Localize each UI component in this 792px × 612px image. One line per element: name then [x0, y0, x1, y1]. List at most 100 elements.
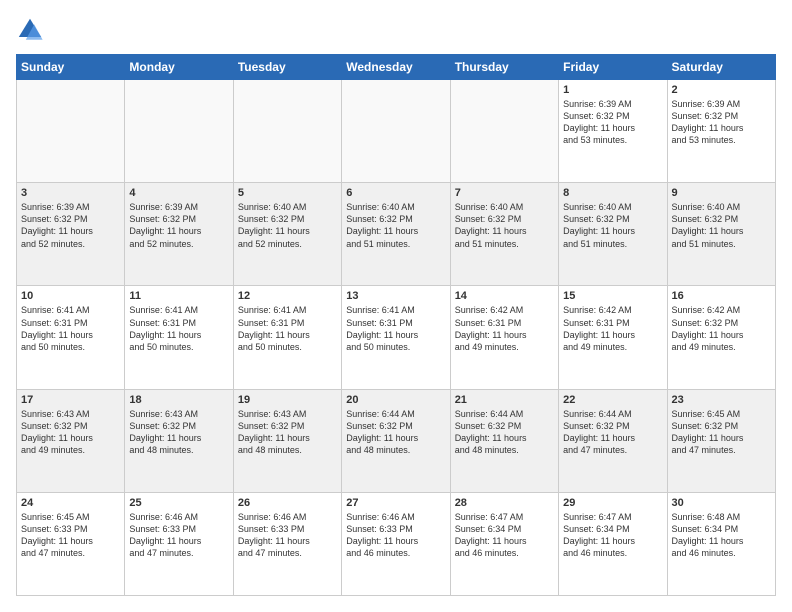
day-number: 28 [455, 497, 554, 509]
day-info: Sunrise: 6:46 AM Sunset: 6:33 PM Dayligh… [346, 511, 445, 560]
day-number: 9 [672, 187, 771, 199]
day-info: Sunrise: 6:42 AM Sunset: 6:31 PM Dayligh… [563, 304, 662, 353]
day-number: 15 [563, 290, 662, 302]
calendar-day: 18 Sunrise: 6:43 AM Sunset: 6:32 PM Dayli… [125, 389, 233, 492]
day-number: 5 [238, 187, 337, 199]
day-number: 17 [21, 394, 120, 406]
calendar-day: 13 Sunrise: 6:41 AM Sunset: 6:31 PM Dayli… [342, 286, 450, 389]
page: SundayMondayTuesdayWednesdayThursdayFrid… [0, 0, 792, 612]
day-number: 13 [346, 290, 445, 302]
day-number: 29 [563, 497, 662, 509]
day-number: 12 [238, 290, 337, 302]
day-number: 27 [346, 497, 445, 509]
header [16, 16, 776, 44]
calendar-day: 28 Sunrise: 6:47 AM Sunset: 6:34 PM Dayli… [450, 492, 558, 595]
day-number: 8 [563, 187, 662, 199]
calendar-table: SundayMondayTuesdayWednesdayThursdayFrid… [16, 54, 776, 596]
day-number: 14 [455, 290, 554, 302]
day-number: 2 [672, 84, 771, 96]
day-info: Sunrise: 6:44 AM Sunset: 6:32 PM Dayligh… [563, 408, 662, 457]
day-number: 18 [129, 394, 228, 406]
calendar-day [233, 80, 341, 183]
calendar-week-row: 1 Sunrise: 6:39 AM Sunset: 6:32 PM Daylig… [17, 80, 776, 183]
day-info: Sunrise: 6:43 AM Sunset: 6:32 PM Dayligh… [238, 408, 337, 457]
calendar-day: 14 Sunrise: 6:42 AM Sunset: 6:31 PM Dayli… [450, 286, 558, 389]
day-info: Sunrise: 6:42 AM Sunset: 6:32 PM Dayligh… [672, 304, 771, 353]
day-number: 19 [238, 394, 337, 406]
day-info: Sunrise: 6:44 AM Sunset: 6:32 PM Dayligh… [455, 408, 554, 457]
day-number: 21 [455, 394, 554, 406]
day-info: Sunrise: 6:40 AM Sunset: 6:32 PM Dayligh… [346, 201, 445, 250]
day-number: 30 [672, 497, 771, 509]
day-info: Sunrise: 6:40 AM Sunset: 6:32 PM Dayligh… [672, 201, 771, 250]
day-info: Sunrise: 6:39 AM Sunset: 6:32 PM Dayligh… [21, 201, 120, 250]
day-info: Sunrise: 6:44 AM Sunset: 6:32 PM Dayligh… [346, 408, 445, 457]
calendar-header-friday: Friday [559, 55, 667, 80]
calendar-header-wednesday: Wednesday [342, 55, 450, 80]
calendar-day [342, 80, 450, 183]
calendar-day: 1 Sunrise: 6:39 AM Sunset: 6:32 PM Daylig… [559, 80, 667, 183]
day-info: Sunrise: 6:42 AM Sunset: 6:31 PM Dayligh… [455, 304, 554, 353]
day-info: Sunrise: 6:41 AM Sunset: 6:31 PM Dayligh… [21, 304, 120, 353]
day-info: Sunrise: 6:45 AM Sunset: 6:33 PM Dayligh… [21, 511, 120, 560]
calendar-day: 17 Sunrise: 6:43 AM Sunset: 6:32 PM Dayli… [17, 389, 125, 492]
day-number: 10 [21, 290, 120, 302]
calendar-header-thursday: Thursday [450, 55, 558, 80]
day-number: 4 [129, 187, 228, 199]
calendar-day [17, 80, 125, 183]
day-info: Sunrise: 6:39 AM Sunset: 6:32 PM Dayligh… [672, 98, 771, 147]
calendar-day: 22 Sunrise: 6:44 AM Sunset: 6:32 PM Dayli… [559, 389, 667, 492]
day-number: 25 [129, 497, 228, 509]
day-number: 24 [21, 497, 120, 509]
calendar-day: 27 Sunrise: 6:46 AM Sunset: 6:33 PM Dayli… [342, 492, 450, 595]
calendar-day: 10 Sunrise: 6:41 AM Sunset: 6:31 PM Dayli… [17, 286, 125, 389]
day-number: 26 [238, 497, 337, 509]
calendar-day [450, 80, 558, 183]
day-info: Sunrise: 6:40 AM Sunset: 6:32 PM Dayligh… [563, 201, 662, 250]
calendar-day [125, 80, 233, 183]
day-number: 6 [346, 187, 445, 199]
day-info: Sunrise: 6:43 AM Sunset: 6:32 PM Dayligh… [129, 408, 228, 457]
calendar-header-tuesday: Tuesday [233, 55, 341, 80]
logo [16, 16, 48, 44]
day-info: Sunrise: 6:41 AM Sunset: 6:31 PM Dayligh… [129, 304, 228, 353]
logo-icon [16, 16, 44, 44]
day-number: 3 [21, 187, 120, 199]
calendar-day: 9 Sunrise: 6:40 AM Sunset: 6:32 PM Daylig… [667, 183, 775, 286]
day-info: Sunrise: 6:45 AM Sunset: 6:32 PM Dayligh… [672, 408, 771, 457]
calendar-header-sunday: Sunday [17, 55, 125, 80]
calendar-day: 8 Sunrise: 6:40 AM Sunset: 6:32 PM Daylig… [559, 183, 667, 286]
calendar-day: 21 Sunrise: 6:44 AM Sunset: 6:32 PM Dayli… [450, 389, 558, 492]
day-info: Sunrise: 6:41 AM Sunset: 6:31 PM Dayligh… [238, 304, 337, 353]
calendar-day: 2 Sunrise: 6:39 AM Sunset: 6:32 PM Daylig… [667, 80, 775, 183]
calendar-day: 24 Sunrise: 6:45 AM Sunset: 6:33 PM Dayli… [17, 492, 125, 595]
day-number: 16 [672, 290, 771, 302]
day-info: Sunrise: 6:48 AM Sunset: 6:34 PM Dayligh… [672, 511, 771, 560]
day-number: 23 [672, 394, 771, 406]
day-info: Sunrise: 6:46 AM Sunset: 6:33 PM Dayligh… [129, 511, 228, 560]
day-info: Sunrise: 6:41 AM Sunset: 6:31 PM Dayligh… [346, 304, 445, 353]
calendar-day: 11 Sunrise: 6:41 AM Sunset: 6:31 PM Dayli… [125, 286, 233, 389]
calendar-week-row: 10 Sunrise: 6:41 AM Sunset: 6:31 PM Dayli… [17, 286, 776, 389]
calendar-day: 19 Sunrise: 6:43 AM Sunset: 6:32 PM Dayli… [233, 389, 341, 492]
calendar-day: 20 Sunrise: 6:44 AM Sunset: 6:32 PM Dayli… [342, 389, 450, 492]
day-info: Sunrise: 6:39 AM Sunset: 6:32 PM Dayligh… [563, 98, 662, 147]
calendar-day: 26Sunrise: 6:46 AM Sunset: 6:33 PM Dayli… [233, 492, 341, 595]
calendar-day: 3 Sunrise: 6:39 AM Sunset: 6:32 PM Daylig… [17, 183, 125, 286]
calendar-week-row: 17 Sunrise: 6:43 AM Sunset: 6:32 PM Dayli… [17, 389, 776, 492]
day-number: 11 [129, 290, 228, 302]
day-number: 7 [455, 187, 554, 199]
calendar-day: 15 Sunrise: 6:42 AM Sunset: 6:31 PM Dayli… [559, 286, 667, 389]
calendar-week-row: 24 Sunrise: 6:45 AM Sunset: 6:33 PM Dayli… [17, 492, 776, 595]
calendar-day: 7Sunrise: 6:40 AM Sunset: 6:32 PM Daylig… [450, 183, 558, 286]
day-info: Sunrise: 6:47 AM Sunset: 6:34 PM Dayligh… [563, 511, 662, 560]
day-number: 1 [563, 84, 662, 96]
day-number: 20 [346, 394, 445, 406]
day-info: Sunrise: 6:47 AM Sunset: 6:34 PM Dayligh… [455, 511, 554, 560]
day-number: 22 [563, 394, 662, 406]
day-info: Sunrise: 6:43 AM Sunset: 6:32 PM Dayligh… [21, 408, 120, 457]
calendar-day: 25 Sunrise: 6:46 AM Sunset: 6:33 PM Dayli… [125, 492, 233, 595]
calendar-day: 16 Sunrise: 6:42 AM Sunset: 6:32 PM Dayli… [667, 286, 775, 389]
calendar-day: 6 Sunrise: 6:40 AM Sunset: 6:32 PM Daylig… [342, 183, 450, 286]
day-info: Sunrise: 6:39 AM Sunset: 6:32 PM Dayligh… [129, 201, 228, 250]
